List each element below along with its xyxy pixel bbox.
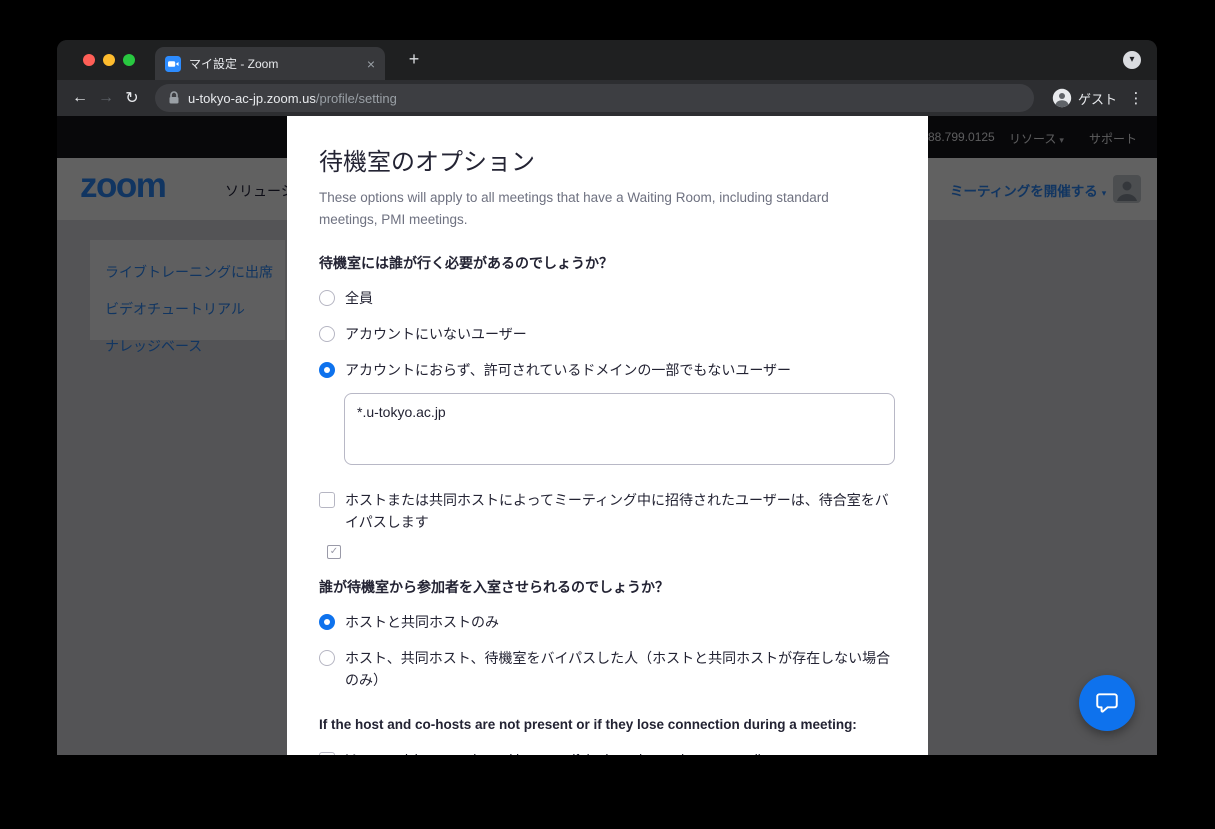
browser-tab[interactable]: マイ設定 - Zoom ×: [155, 47, 385, 80]
checkbox-icon[interactable]: [319, 752, 335, 755]
browser-titlebar: マイ設定 - Zoom × + ▾: [57, 40, 1157, 80]
forward-button[interactable]: →: [93, 89, 119, 107]
bypass-waiting-room-checkbox-option[interactable]: ホストまたは共同ホストによってミーティング中に招待されたユーザーは、待合室をバイ…: [319, 489, 895, 533]
radio-selected-icon[interactable]: [319, 362, 335, 378]
radio-option-users-not-in-allowed-domains[interactable]: アカウントにおらず、許可されているドメインの一部でもないユーザー: [319, 359, 895, 381]
small-check-icon: ✓: [327, 545, 341, 559]
checkbox-icon[interactable]: [319, 492, 335, 508]
waiting-room-options-modal: 待機室のオプション These options will apply to al…: [287, 116, 928, 755]
guest-profile-button[interactable]: ゲスト: [1044, 88, 1125, 108]
browser-menu-button[interactable]: ⋮: [1125, 89, 1147, 107]
question1-label: 待機室には誰が行く必要があるのでしょうか？: [319, 253, 895, 273]
radio-option-users-not-in-account[interactable]: アカウントにいないユーザー: [319, 323, 895, 345]
tab-close-icon[interactable]: ×: [367, 56, 375, 72]
radio-icon[interactable]: [319, 650, 335, 666]
back-button[interactable]: ←: [67, 89, 93, 107]
maximize-window-button[interactable]: [123, 54, 135, 66]
option-label: ホストと共同ホストのみ: [345, 611, 499, 633]
window-controls: [83, 54, 135, 66]
radio-icon[interactable]: [319, 290, 335, 306]
move-participants-checkbox-option[interactable]: Move participants to the waiting room if…: [319, 749, 895, 755]
page-viewport: 88.799.0125 リソース▾ サポート zoom ソリューシ ミーティング…: [57, 116, 1157, 755]
guest-label: ゲスト: [1078, 89, 1117, 108]
new-tab-button[interactable]: +: [403, 49, 425, 70]
browser-profile-chevron-icon[interactable]: ▾: [1123, 51, 1141, 69]
close-window-button[interactable]: [83, 54, 95, 66]
option-label: ホスト、共同ホスト、待機室をバイパスした人（ホストと共同ホストが存在しない場合の…: [345, 647, 893, 691]
modal-description: These options will apply to all meetings…: [319, 187, 854, 231]
minimize-window-button[interactable]: [103, 54, 115, 66]
lock-icon[interactable]: [168, 91, 180, 105]
reload-button[interactable]: ↻: [119, 88, 145, 108]
url-text: u-tokyo-ac-jp.zoom.us/profile/setting: [188, 91, 397, 106]
browser-toolbar: ← → ↻ u-tokyo-ac-jp.zoom.us/profile/sett…: [57, 80, 1157, 116]
tab-title: マイ設定 - Zoom: [189, 55, 359, 72]
browser-window: マイ設定 - Zoom × + ▾ ← → ↻ u-tokyo-ac-jp.zo…: [57, 40, 1157, 755]
allowed-domains-input[interactable]: *.u-tokyo.ac.jp: [344, 393, 895, 465]
zoom-favicon-icon: [165, 56, 181, 72]
radio-option-everyone[interactable]: 全員: [319, 287, 895, 309]
address-bar[interactable]: u-tokyo-ac-jp.zoom.us/profile/setting: [155, 84, 1034, 112]
radio-option-host-cohosts-only[interactable]: ホストと共同ホストのみ: [319, 611, 895, 633]
question3-label: If the host and co-hosts are not present…: [319, 715, 895, 735]
option-label: ホストまたは共同ホストによってミーティング中に招待されたユーザーは、待合室をバイ…: [345, 489, 893, 533]
chat-bubble-icon: [1094, 690, 1120, 716]
url-path: /profile/setting: [316, 91, 397, 106]
modal-title: 待機室のオプション: [319, 142, 895, 177]
option-label: アカウントにいないユーザー: [345, 323, 527, 345]
url-domain: u-tokyo-ac-jp.zoom.us: [188, 91, 316, 106]
option-label: 全員: [345, 287, 373, 309]
radio-option-host-cohosts-bypassers[interactable]: ホスト、共同ホスト、待機室をバイパスした人（ホストと共同ホストが存在しない場合の…: [319, 647, 895, 691]
option-label: Move participants to the waiting room if…: [345, 749, 768, 755]
chat-widget-button[interactable]: [1079, 675, 1135, 731]
option-label: アカウントにおらず、許可されているドメインの一部でもないユーザー: [345, 359, 791, 381]
radio-selected-icon[interactable]: [319, 614, 335, 630]
radio-icon[interactable]: [319, 326, 335, 342]
guest-avatar-icon: [1052, 88, 1072, 108]
question2-label: 誰が待機室から参加者を入室させられるのでしょうか？: [319, 577, 895, 597]
